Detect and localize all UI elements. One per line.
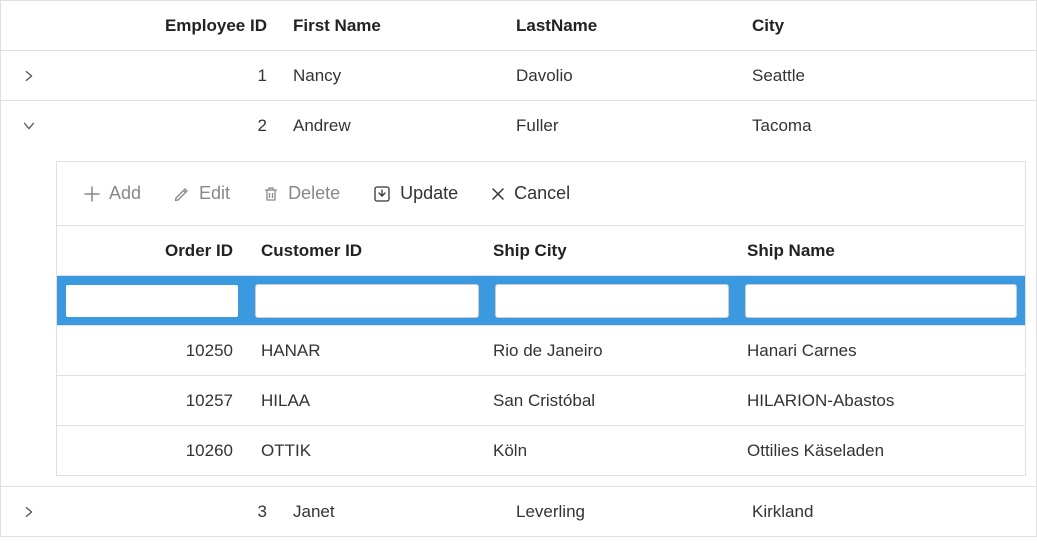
- cell-order-id: 10250: [57, 341, 247, 361]
- update-icon: [372, 184, 392, 204]
- cell-ship-city: San Cristóbal: [487, 391, 737, 411]
- header-order-id[interactable]: Order ID: [57, 241, 247, 261]
- cancel-button[interactable]: Cancel: [490, 183, 570, 204]
- ship-name-input[interactable]: [745, 284, 1017, 318]
- header-first-name[interactable]: First Name: [281, 16, 516, 36]
- chevron-right-icon[interactable]: [22, 505, 36, 519]
- employee-grid: Employee ID First Name LastName City 1 N…: [0, 0, 1037, 537]
- edit-button[interactable]: Edit: [173, 183, 230, 204]
- update-button[interactable]: Update: [372, 183, 458, 204]
- plus-icon: [83, 185, 101, 203]
- header-ship-name[interactable]: Ship Name: [737, 241, 1025, 261]
- cell-customer-id: OTTIK: [247, 441, 487, 461]
- edit-label: Edit: [199, 183, 230, 204]
- orders-row[interactable]: 10260 OTTIK Köln Ottilies Käseladen: [57, 426, 1025, 476]
- close-icon: [490, 186, 506, 202]
- cell-ship-city: Rio de Janeiro: [487, 341, 737, 361]
- update-label: Update: [400, 183, 458, 204]
- orders-insert-row: [57, 276, 1025, 326]
- orders-toolbar: Add Edit Delete: [57, 162, 1025, 226]
- cell-first-name: Andrew: [281, 116, 516, 136]
- cell-ship-name: HILARION-Abastos: [737, 391, 1025, 411]
- header-city[interactable]: City: [746, 16, 1036, 36]
- trash-icon: [262, 185, 280, 203]
- employee-row[interactable]: 1 Nancy Davolio Seattle: [1, 51, 1036, 101]
- cell-order-id: 10260: [57, 441, 247, 461]
- employee-row[interactable]: 3 Janet Leverling Kirkland: [1, 486, 1036, 536]
- cell-employee-id: 3: [56, 502, 281, 522]
- cell-city: Seattle: [746, 66, 1036, 86]
- header-ship-city[interactable]: Ship City: [487, 241, 737, 261]
- orders-header-row: Order ID Customer ID Ship City Ship Name: [57, 226, 1025, 276]
- ship-city-input[interactable]: [495, 284, 729, 318]
- cell-last-name: Davolio: [516, 66, 746, 86]
- cell-last-name: Fuller: [516, 116, 746, 136]
- cell-order-id: 10257: [57, 391, 247, 411]
- employee-header-row: Employee ID First Name LastName City: [1, 1, 1036, 51]
- cell-city: Kirkland: [746, 502, 1036, 522]
- orders-row[interactable]: 10250 HANAR Rio de Janeiro Hanari Carnes: [57, 326, 1025, 376]
- order-id-input[interactable]: [65, 284, 239, 318]
- header-customer-id[interactable]: Customer ID: [247, 241, 487, 261]
- cell-customer-id: HILAA: [247, 391, 487, 411]
- delete-button[interactable]: Delete: [262, 183, 340, 204]
- cell-employee-id: 2: [56, 116, 281, 136]
- cell-first-name: Janet: [281, 502, 516, 522]
- cell-ship-name: Hanari Carnes: [737, 341, 1025, 361]
- cell-ship-name: Ottilies Käseladen: [737, 441, 1025, 461]
- cancel-label: Cancel: [514, 183, 570, 204]
- add-label: Add: [109, 183, 141, 204]
- cell-customer-id: HANAR: [247, 341, 487, 361]
- add-button[interactable]: Add: [83, 183, 141, 204]
- cell-first-name: Nancy: [281, 66, 516, 86]
- cell-ship-city: Köln: [487, 441, 737, 461]
- header-employee-id[interactable]: Employee ID: [56, 16, 281, 36]
- chevron-down-icon[interactable]: [22, 119, 36, 133]
- orders-row[interactable]: 10257 HILAA San Cristóbal HILARION-Abast…: [57, 376, 1025, 426]
- delete-label: Delete: [288, 183, 340, 204]
- customer-id-input[interactable]: [255, 284, 479, 318]
- chevron-right-icon[interactable]: [22, 69, 36, 83]
- employee-detail-panel: Add Edit Delete: [1, 151, 1036, 486]
- cell-last-name: Leverling: [516, 502, 746, 522]
- orders-grid: Add Edit Delete: [56, 161, 1026, 476]
- header-last-name[interactable]: LastName: [516, 16, 746, 36]
- employee-row[interactable]: 2 Andrew Fuller Tacoma: [1, 101, 1036, 151]
- cell-employee-id: 1: [56, 66, 281, 86]
- cell-city: Tacoma: [746, 116, 1036, 136]
- pencil-icon: [173, 185, 191, 203]
